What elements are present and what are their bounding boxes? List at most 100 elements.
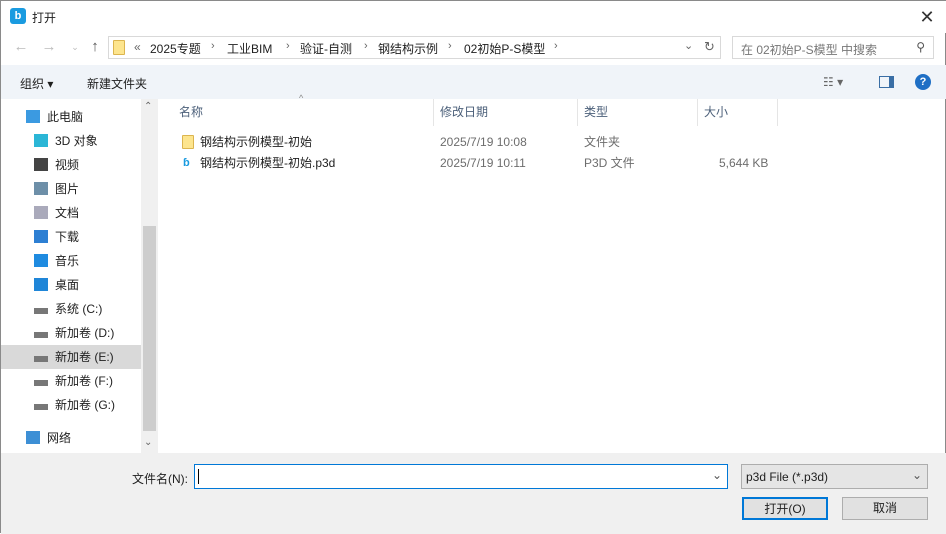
cancel-button[interactable]: 取消 [842,497,928,520]
computer-icon [26,110,40,123]
chevron-down-icon: ⌄ [911,468,922,482]
sidebar-item-label: 新加卷 (E:) [55,350,114,364]
sidebar-item[interactable]: 文档 [1,201,141,225]
breadcrumb-item[interactable]: 工业BIM [227,40,272,57]
help-icon[interactable]: ? [915,74,931,90]
desktop-icon [34,278,48,291]
open-button[interactable]: 打开(O) [742,497,828,520]
new-folder-button[interactable]: 新建文件夹 [87,75,147,92]
search-input[interactable]: 在 02初始P-S模型 中搜索 ⚲ [732,36,934,59]
sidebar-item[interactable]: 新加卷 (F:) [1,369,141,393]
close-button[interactable]: ✕ [909,3,945,31]
download-icon [34,230,48,243]
navigation-pane: 此电脑 3D 对象视频图片文档下载音乐桌面系统 (C:) 新加卷 (D:) 新加卷 (… [1,99,158,453]
chevron-right-icon[interactable]: › [211,40,215,52]
scroll-down-icon[interactable]: ⌄ [144,437,152,448]
breadcrumb-item[interactable]: 验证-自测 [300,40,352,57]
view-options-icon[interactable]: ☷ ▾ [823,75,843,89]
sidebar-item[interactable]: 音乐 [1,249,141,273]
drive-icon [34,404,48,410]
sidebar-item[interactable]: 图片 [1,177,141,201]
recent-dropdown[interactable]: ⌄ [65,36,85,58]
file-row[interactable]: 钢结构示例模型-初始 2025/7/19 10:08 文件夹 [171,132,771,153]
sidebar-item[interactable]: 视频 [1,153,141,177]
video-icon [34,158,48,171]
scrollbar-thumb[interactable] [143,226,156,431]
sidebar-item-label: 图片 [55,182,80,196]
scroll-up-icon[interactable]: ⌃ [144,101,152,112]
forward-button[interactable]: → [39,36,59,58]
file-name: 钢结构示例模型-初始 [200,135,312,149]
sidebar-item-label: 桌面 [55,278,80,292]
sidebar-item[interactable]: 新加卷 (D:) [1,321,141,345]
title-bar [1,1,946,33]
sidebar-item-label: 网络 [47,431,72,445]
chevron-right-icon[interactable]: › [448,40,452,52]
address-dropdown-icon[interactable]: ⌄ [684,39,693,52]
breadcrumb-item[interactable]: 2025专题 [150,40,201,57]
folder-icon [113,40,125,55]
sidebar-item-label: 视频 [55,158,80,172]
filename-label: 文件名(N): [132,472,188,486]
column-date[interactable]: 修改日期 [432,99,578,126]
cube-icon [34,134,48,147]
sidebar-item[interactable]: 新加卷 (G:) [1,393,141,417]
sidebar-item-label: 新加卷 (D:) [55,326,115,340]
drive-icon [34,356,48,362]
sidebar-item[interactable]: 此电脑 [1,105,141,129]
document-icon [34,206,48,219]
column-name[interactable]: 名称 [171,99,434,126]
sidebar-item-label: 3D 对象 [55,134,98,148]
breadcrumb-item[interactable]: 钢结构示例 [378,40,438,57]
window-title: 打开 [32,11,57,25]
drive-icon [34,380,48,386]
sidebar-item[interactable]: 下载 [1,225,141,249]
sidebar-item[interactable]: 3D 对象 [1,129,141,153]
file-type-value: p3d File (*.p3d) [746,470,829,484]
drive-icon [34,332,48,338]
p3d-file-icon: ɓ [183,157,190,169]
overflow-chevron[interactable]: « [134,40,141,54]
sidebar-item-label: 音乐 [55,254,80,268]
search-placeholder: 在 02初始P-S模型 中搜索 [741,43,878,57]
chevron-right-icon[interactable]: › [286,40,290,52]
refresh-icon[interactable]: ↻ [704,39,715,55]
folder-icon [182,135,194,149]
sidebar-item-label: 文档 [55,206,80,220]
drive-icon [34,308,48,314]
column-size[interactable]: 大小 [696,99,778,126]
network-icon [26,431,40,444]
sidebar-item[interactable]: 新加卷 (E:) [1,345,141,369]
sidebar-item-label: 下载 [55,230,80,244]
sidebar-item[interactable]: 网络 [1,426,141,450]
file-type: 文件夹 [584,135,621,149]
picture-icon [34,182,48,195]
preview-pane-icon[interactable] [879,76,894,88]
app-icon: b [10,8,26,24]
text-cursor [198,469,199,484]
chevron-right-icon[interactable]: › [554,40,558,52]
sidebar-item[interactable]: 系统 (C:) [1,297,141,321]
organize-button[interactable]: 组织 ▾ [20,75,53,92]
file-row[interactable]: ɓ 钢结构示例模型-初始.p3d 2025/7/19 10:11 P3D 文件 … [171,153,771,174]
sidebar-item-label: 新加卷 (G:) [55,398,115,412]
address-bar[interactable]: « 2025专题 › 工业BIM › 验证-自测 › 钢结构示例 › 02初始P… [108,36,721,59]
search-icon: ⚲ [916,40,925,54]
chevron-down-icon[interactable]: ⌄ [712,468,722,482]
up-button[interactable]: ↑ [85,36,105,58]
back-button[interactable]: ← [11,36,31,58]
file-type: P3D 文件 [584,156,635,170]
filename-input[interactable]: ⌄ [194,464,728,489]
breadcrumb-item[interactable]: 02初始P-S模型 [464,40,545,57]
file-date: 2025/7/19 10:11 [440,156,526,170]
chevron-right-icon[interactable]: › [364,40,368,52]
sidebar-item[interactable]: 桌面 [1,273,141,297]
sidebar-item-label: 此电脑 [47,110,84,124]
sidebar-item-label: 新加卷 (F:) [55,374,113,388]
sidebar-item-label: 系统 (C:) [55,302,103,316]
music-icon [34,254,48,267]
file-type-select[interactable]: p3d File (*.p3d) ⌄ [741,464,928,489]
file-size: 5,644 KB [719,156,769,170]
column-type[interactable]: 类型 [576,99,698,126]
file-name: 钢结构示例模型-初始.p3d [200,156,336,170]
